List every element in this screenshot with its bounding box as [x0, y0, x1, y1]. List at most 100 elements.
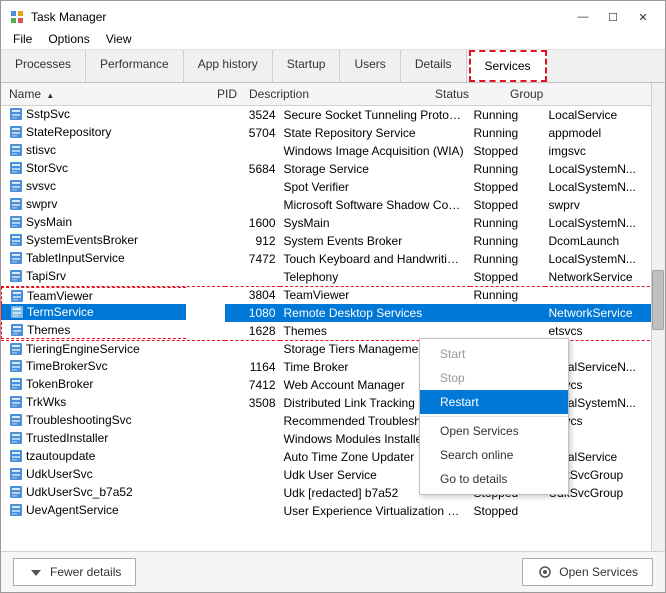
cell-pid: 3804 [225, 286, 280, 304]
cell-pid [225, 430, 280, 448]
cell-pid [225, 502, 280, 520]
cell-desc: TeamViewer [280, 286, 470, 304]
open-services-button[interactable]: Open Services [522, 558, 653, 586]
context-menu: Start Stop Restart Open Services Search … [419, 338, 569, 495]
col-header-group[interactable]: Group [506, 85, 626, 103]
table-row[interactable]: SystemEventsBroker 912 System Events Bro… [1, 232, 665, 250]
cell-desc: Windows Image Acquisition (WIA) [280, 142, 470, 160]
tab-details[interactable]: Details [401, 50, 467, 82]
table-row[interactable]: swprv Microsoft Software Shadow Copy Pr.… [1, 196, 665, 214]
cell-name: TroubleshootingSvc [1, 412, 186, 428]
cell-pid: 1628 [225, 322, 280, 340]
cell-group: imgsvc [545, 142, 665, 160]
table-row[interactable]: TeamViewer 3804 TeamViewer Running [1, 286, 665, 304]
table-row[interactable]: TermService 1080 Remote Desktop Services… [1, 304, 665, 322]
fewer-details-button[interactable]: Fewer details [13, 558, 136, 586]
cell-status: Running [470, 124, 545, 142]
menu-options[interactable]: Options [40, 29, 97, 49]
cell-pid [225, 196, 280, 214]
cell-desc: Telephony [280, 268, 470, 286]
cell-pid [225, 268, 280, 286]
context-menu-search-online[interactable]: Search online [420, 443, 568, 467]
cell-desc: Storage Service [280, 160, 470, 178]
cell-name: TapiSrv [1, 268, 186, 284]
cell-name: UevAgentService [1, 502, 186, 518]
scrollbar-thumb[interactable] [652, 270, 664, 330]
cell-pid: 3524 [225, 106, 280, 124]
cell-pid: 5684 [225, 160, 280, 178]
tab-app-history[interactable]: App history [184, 50, 273, 82]
cell-pid [225, 340, 280, 358]
cell-desc: SysMain [280, 214, 470, 232]
tab-services[interactable]: Services [469, 50, 547, 82]
cell-group: NetworkService [545, 304, 665, 322]
close-button[interactable]: ✕ [629, 7, 657, 27]
table-row[interactable]: StateRepository 5704 State Repository Se… [1, 124, 665, 142]
app-icon [9, 9, 25, 25]
cell-pid [225, 178, 280, 196]
open-services-label: Open Services [559, 565, 638, 579]
cell-desc: Microsoft Software Shadow Copy Pr... [280, 196, 470, 214]
tab-processes[interactable]: Processes [1, 50, 86, 82]
cell-desc: User Experience Virtualization Service [280, 502, 470, 520]
cell-status [470, 304, 545, 322]
cell-group: LocalSystemN... [545, 178, 665, 196]
tab-startup[interactable]: Startup [273, 50, 341, 82]
cell-group: NetworkService [545, 268, 665, 286]
cell-name: TrkWks [1, 394, 186, 410]
context-menu-open-services[interactable]: Open Services [420, 419, 568, 443]
col-header-desc[interactable]: Description [241, 85, 431, 103]
cell-desc: Remote Desktop Services [280, 304, 470, 322]
table-row[interactable]: UevAgentService User Experience Virtuali… [1, 502, 665, 520]
cell-name: SstpSvc [1, 106, 186, 122]
table-row[interactable]: TabletInputService 7472 Touch Keyboard a… [1, 250, 665, 268]
cell-name: TrustedInstaller [1, 430, 186, 446]
table-row[interactable]: svsvc Spot Verifier Stopped LocalSystemN… [1, 178, 665, 196]
minimize-button[interactable]: — [569, 7, 597, 27]
cell-name: StateRepository [1, 124, 186, 140]
scrollbar[interactable] [651, 83, 665, 551]
cell-pid [225, 484, 280, 502]
cell-name: svsvc [1, 178, 186, 194]
cell-name: UdkUserSvc [1, 466, 186, 482]
cell-group: LocalService [545, 106, 665, 124]
table-row[interactable]: SstpSvc 3524 Secure Socket Tunneling Pro… [1, 106, 665, 124]
task-manager-window: Task Manager — ☐ ✕ File Options View Pro… [0, 0, 666, 593]
table-row[interactable]: TapiSrv Telephony Stopped NetworkService [1, 268, 665, 286]
context-menu-restart[interactable]: Restart [420, 390, 568, 414]
menu-view[interactable]: View [98, 29, 140, 49]
cell-pid [225, 448, 280, 466]
context-menu-go-to-details[interactable]: Go to details [420, 467, 568, 491]
cell-status: Running [470, 214, 545, 232]
col-header-pid[interactable]: PID [186, 85, 241, 103]
table-row[interactable]: SysMain 1600 SysMain Running LocalSystem… [1, 214, 665, 232]
tab-bar: Processes Performance App history Startu… [1, 50, 665, 83]
table-row[interactable]: stisvc Windows Image Acquisition (WIA) S… [1, 142, 665, 160]
cell-pid: 1600 [225, 214, 280, 232]
cell-pid: 7472 [225, 250, 280, 268]
cell-status: Stopped [470, 142, 545, 160]
cell-name: Themes [1, 322, 186, 339]
menu-file[interactable]: File [5, 29, 40, 49]
cell-group: LocalSystemN... [545, 250, 665, 268]
col-header-name[interactable]: Name ▲ [1, 85, 186, 103]
cell-status: Stopped [470, 178, 545, 196]
context-menu-stop[interactable]: Stop [420, 366, 568, 390]
cell-pid: 912 [225, 232, 280, 250]
cell-group: swprv [545, 196, 665, 214]
cell-pid: 5704 [225, 124, 280, 142]
col-header-status[interactable]: Status [431, 85, 506, 103]
cell-name: SystemEventsBroker [1, 232, 186, 248]
cell-pid: 1080 [225, 304, 280, 322]
table-row[interactable]: StorSvc 5684 Storage Service Running Loc… [1, 160, 665, 178]
cell-status: Running [470, 106, 545, 124]
cell-name: TieringEngineService [1, 341, 186, 357]
bottom-bar: Fewer details Open Services [1, 551, 665, 592]
context-menu-start[interactable]: Start [420, 342, 568, 366]
cell-status: Stopped [470, 196, 545, 214]
tab-performance[interactable]: Performance [86, 50, 184, 82]
tab-users[interactable]: Users [340, 50, 400, 82]
cell-pid [225, 466, 280, 484]
cell-pid: 7412 [225, 376, 280, 394]
maximize-button[interactable]: ☐ [599, 7, 627, 27]
